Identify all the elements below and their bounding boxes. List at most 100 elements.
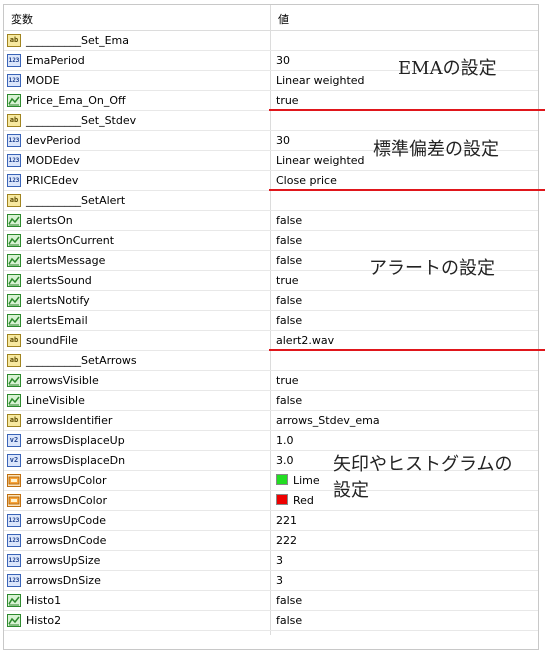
param-row[interactable]: arrowsDnColor Red xyxy=(4,491,538,511)
param-name: arrowsUpSize xyxy=(26,554,101,567)
param-value[interactable]: 3.0 xyxy=(276,454,294,467)
param-value[interactable]: true xyxy=(276,94,299,107)
bool-type-icon xyxy=(7,214,21,227)
param-value[interactable]: false xyxy=(276,254,302,267)
integer-type-icon: 123 xyxy=(7,74,21,87)
param-row[interactable]: 123 PRICEdev Close price xyxy=(4,171,538,191)
string-type-icon: ab xyxy=(7,194,21,207)
annotation-arrows-settings-line2: 設定 xyxy=(333,480,369,501)
param-value[interactable]: false xyxy=(276,314,302,327)
bool-type-icon xyxy=(7,234,21,247)
param-value[interactable]: arrows_Stdev_ema xyxy=(276,414,380,427)
annotation-ema-settings: EMAの設定 xyxy=(398,58,497,79)
param-name: alertsOnCurrent xyxy=(26,234,115,247)
param-name: soundFile xyxy=(26,334,78,347)
color-name: Red xyxy=(293,494,314,507)
param-value[interactable]: 221 xyxy=(276,514,297,527)
param-row[interactable]: ab __________Set_Ema xyxy=(4,31,538,51)
param-row[interactable]: ab arrowsIdentifier arrows_Stdev_ema xyxy=(4,411,538,431)
string-type-icon: ab xyxy=(7,114,21,127)
string-type-icon: ab xyxy=(7,334,21,347)
param-name: alertsEmail xyxy=(26,314,88,327)
param-value[interactable]: false xyxy=(276,614,302,627)
param-row[interactable]: ab __________SetArrows xyxy=(4,351,538,371)
string-type-icon: ab xyxy=(7,34,21,47)
bool-type-icon xyxy=(7,314,21,327)
param-value[interactable]: 222 xyxy=(276,534,297,547)
annotation-stdev-settings: 標準偏差の設定 xyxy=(373,139,499,160)
grid-header: 変数 値 xyxy=(4,5,538,31)
param-value[interactable]: false xyxy=(276,214,302,227)
param-row[interactable]: alertsOnCurrent false xyxy=(4,231,538,251)
param-value[interactable]: Linear weighted xyxy=(276,154,365,167)
param-name: MODEdev xyxy=(26,154,80,167)
param-row[interactable]: alertsNotify false xyxy=(4,291,538,311)
param-name: alertsMessage xyxy=(26,254,106,267)
separator-line-ema xyxy=(269,109,545,111)
bool-type-icon xyxy=(7,374,21,387)
param-row[interactable]: Price_Ema_On_Off true xyxy=(4,91,538,111)
param-value[interactable]: 30 xyxy=(276,54,290,67)
bool-type-icon xyxy=(7,274,21,287)
param-value[interactable]: true xyxy=(276,374,299,387)
param-row[interactable]: v2 arrowsDisplaceUp 1.0 xyxy=(4,431,538,451)
param-row[interactable]: alertsEmail false xyxy=(4,311,538,331)
param-name: arrowsDnSize xyxy=(26,574,101,587)
param-value[interactable]: Close price xyxy=(276,174,337,187)
param-row[interactable]: 123 arrowsUpSize 3 xyxy=(4,551,538,571)
param-name: alertsSound xyxy=(26,274,92,287)
integer-type-icon: 123 xyxy=(7,154,21,167)
color-type-icon xyxy=(7,474,21,487)
param-name: LineVisible xyxy=(26,394,85,407)
param-row[interactable]: 123 arrowsDnCode 222 xyxy=(4,531,538,551)
param-name: Histo1 xyxy=(26,594,62,607)
param-row[interactable]: ab __________Set_Stdev xyxy=(4,111,538,131)
param-value[interactable]: 30 xyxy=(276,134,290,147)
param-value[interactable]: Red xyxy=(276,494,314,507)
integer-type-icon: 123 xyxy=(7,134,21,147)
param-name: arrowsUpColor xyxy=(26,474,107,487)
color-type-icon xyxy=(7,494,21,507)
param-value[interactable]: Lime xyxy=(276,474,320,487)
param-row[interactable]: Histo1 false xyxy=(4,591,538,611)
color-swatch xyxy=(276,494,288,505)
param-row[interactable]: LineVisible false xyxy=(4,391,538,411)
param-value[interactable]: Linear weighted xyxy=(276,74,365,87)
param-name: alertsOn xyxy=(26,214,73,227)
param-value[interactable]: false xyxy=(276,594,302,607)
param-name: __________Set_Stdev xyxy=(26,114,137,127)
param-value[interactable]: 1.0 xyxy=(276,434,294,447)
param-row[interactable]: arrowsVisible true xyxy=(4,371,538,391)
param-name: __________SetAlert xyxy=(26,194,126,207)
param-value[interactable]: true xyxy=(276,274,299,287)
integer-type-icon: 123 xyxy=(7,554,21,567)
param-name: Price_Ema_On_Off xyxy=(26,94,126,107)
param-name: arrowsDnCode xyxy=(26,534,107,547)
param-row[interactable]: 123 arrowsDnSize 3 xyxy=(4,571,538,591)
param-row[interactable]: ab soundFile alert2.wav xyxy=(4,331,538,351)
param-name: arrowsUpCode xyxy=(26,514,107,527)
param-name: EmaPeriod xyxy=(26,54,85,67)
integer-type-icon: 123 xyxy=(7,534,21,547)
column-header-variable[interactable]: 変数 xyxy=(11,11,33,27)
bool-type-icon xyxy=(7,254,21,267)
param-row[interactable]: Histo2 false xyxy=(4,611,538,631)
param-value[interactable]: false xyxy=(276,234,302,247)
param-name: __________SetArrows xyxy=(26,354,137,367)
param-value[interactable]: false xyxy=(276,394,302,407)
color-name: Lime xyxy=(293,474,320,487)
bool-type-icon xyxy=(7,294,21,307)
param-value[interactable]: 3 xyxy=(276,574,283,587)
param-row[interactable]: 123 arrowsUpCode 221 xyxy=(4,511,538,531)
param-value[interactable]: false xyxy=(276,294,302,307)
bool-type-icon xyxy=(7,394,21,407)
param-row[interactable]: ab __________SetAlert xyxy=(4,191,538,211)
param-value[interactable]: 3 xyxy=(276,554,283,567)
parameter-rows: ab __________Set_Ema 123 EmaPeriod 30 123 MODE… xyxy=(4,31,538,631)
param-name: __________Set_Ema xyxy=(26,34,129,47)
param-name: arrowsDisplaceUp xyxy=(26,434,125,447)
string-type-icon: ab xyxy=(7,414,21,427)
column-header-value[interactable]: 値 xyxy=(278,11,289,27)
param-value[interactable]: alert2.wav xyxy=(276,334,334,347)
param-row[interactable]: alertsOn false xyxy=(4,211,538,231)
